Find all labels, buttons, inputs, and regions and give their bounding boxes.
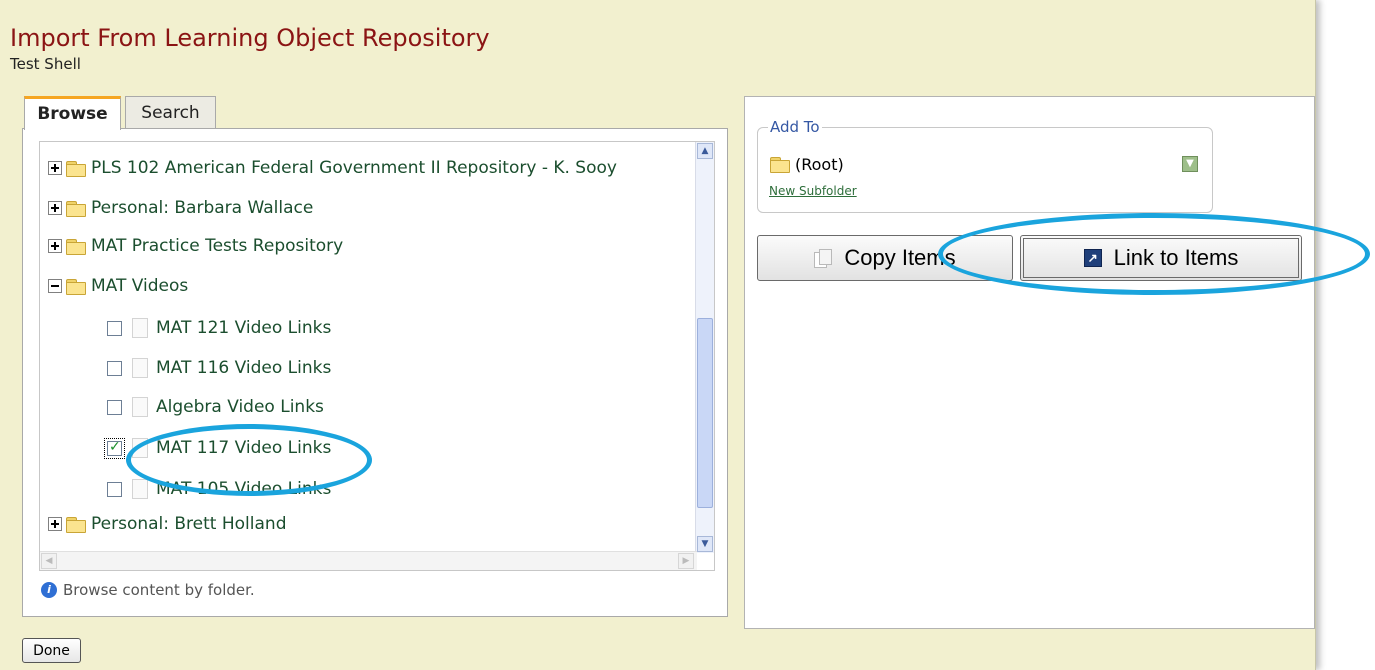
folder-tree[interactable]: PLS 102 American Federal Government II R… xyxy=(39,141,715,571)
tree-document-item[interactable]: MAT 121 Video Links xyxy=(107,314,331,342)
info-icon: i xyxy=(41,582,57,598)
tree-item-label: MAT Videos xyxy=(91,276,189,296)
destination-folder-select[interactable]: (Root) ▼ xyxy=(770,152,1198,176)
new-subfolder-link[interactable]: New Subfolder xyxy=(769,184,857,198)
copy-items-label: Copy Items xyxy=(844,245,956,270)
document-icon xyxy=(132,318,148,338)
browse-hint: i Browse content by folder. xyxy=(41,581,255,599)
scroll-down-icon[interactable]: ▼ xyxy=(697,536,713,552)
checkbox-icon[interactable] xyxy=(107,360,122,376)
tab-search[interactable]: Search xyxy=(125,96,216,129)
browse-panel: Browse Search PLS 102 American Federal G… xyxy=(22,96,728,617)
link-to-items-label: Link to Items xyxy=(1113,245,1239,270)
checkbox-icon[interactable] xyxy=(107,320,122,336)
tree-item-label: MAT 105 Video Links xyxy=(156,479,332,499)
checkbox-icon[interactable] xyxy=(107,399,122,415)
tree-folder-item[interactable]: MAT Practice Tests Repository xyxy=(48,232,343,260)
plus-expander-icon[interactable] xyxy=(48,517,62,531)
folder-icon xyxy=(66,238,86,255)
tree-folder-item[interactable]: Personal: Brett Holland xyxy=(48,510,286,538)
checkbox-icon[interactable] xyxy=(107,481,122,497)
dropdown-arrow-icon[interactable]: ▼ xyxy=(1182,156,1198,172)
folder-icon xyxy=(770,156,790,173)
link-icon: ↗ xyxy=(1083,249,1102,267)
tree-document-item[interactable]: MAT 105 Video Links xyxy=(107,475,331,503)
tree-document-item[interactable]: MAT 116 Video Links xyxy=(107,354,331,382)
document-icon xyxy=(132,397,148,417)
done-button[interactable]: Done xyxy=(22,638,81,663)
folder-icon xyxy=(66,516,86,533)
page-subtitle: Test Shell xyxy=(10,55,81,73)
plus-expander-icon[interactable] xyxy=(48,201,62,215)
tree-item-label: Algebra Video Links xyxy=(156,397,324,417)
vertical-scrollbar[interactable]: ▲ ▼ xyxy=(695,142,714,553)
scrollbar-thumb[interactable] xyxy=(697,318,713,508)
add-to-legend: Add To xyxy=(768,118,822,136)
folder-icon xyxy=(66,278,86,295)
copy-items-button[interactable]: Copy Items xyxy=(757,235,1013,281)
browse-tab-content: PLS 102 American Federal Government II R… xyxy=(22,128,728,617)
minus-expander-icon[interactable] xyxy=(48,279,62,293)
document-icon xyxy=(132,438,148,458)
add-to-fieldset: Add To (Root) ▼ New Subfolder xyxy=(757,118,1213,213)
tree-item-label: PLS 102 American Federal Government II R… xyxy=(91,158,617,178)
tree-document-item[interactable]: Algebra Video Links xyxy=(107,393,324,421)
tree-folder-item[interactable]: MAT Videos xyxy=(48,272,188,300)
plus-expander-icon[interactable] xyxy=(48,161,62,175)
checkbox-icon[interactable]: ✓ xyxy=(104,437,125,459)
horizontal-scrollbar[interactable]: ◀ ▶ xyxy=(40,551,697,570)
scroll-left-icon[interactable]: ◀ xyxy=(41,553,57,569)
tree-item-label: MAT 116 Video Links xyxy=(156,358,332,378)
document-icon xyxy=(132,479,148,499)
import-dialog: Import From Learning Object Repository T… xyxy=(0,0,1316,670)
scroll-right-icon[interactable]: ▶ xyxy=(678,553,694,569)
folder-icon xyxy=(66,200,86,217)
tree-document-item[interactable]: ✓ MAT 117 Video Links xyxy=(104,434,332,462)
tree-item-label: Personal: Brett Holland xyxy=(91,514,287,534)
add-to-panel: Add To (Root) ▼ New Subfolder Copy Items… xyxy=(744,96,1315,629)
tree-item-label: MAT 117 Video Links xyxy=(156,438,332,458)
tree-item-label: MAT 121 Video Links xyxy=(156,318,332,338)
tree-folder-item[interactable]: PLS 102 American Federal Government II R… xyxy=(48,154,617,182)
tree-item-label: MAT Practice Tests Repository xyxy=(91,236,344,256)
tree-item-label: Personal: Barbara Wallace xyxy=(91,198,314,218)
copy-icon xyxy=(814,249,833,268)
tree-folder-item[interactable]: Personal: Barbara Wallace xyxy=(48,194,313,222)
plus-expander-icon[interactable] xyxy=(48,239,62,253)
document-icon xyxy=(132,358,148,378)
link-to-items-button[interactable]: ↗ Link to Items xyxy=(1020,235,1302,281)
scroll-up-icon[interactable]: ▲ xyxy=(697,143,713,159)
selected-folder-value: (Root) xyxy=(795,154,844,174)
browse-hint-text: Browse content by folder. xyxy=(63,581,255,599)
page-title: Import From Learning Object Repository xyxy=(10,24,490,52)
tab-browse[interactable]: Browse xyxy=(24,96,121,130)
folder-icon xyxy=(66,160,86,177)
